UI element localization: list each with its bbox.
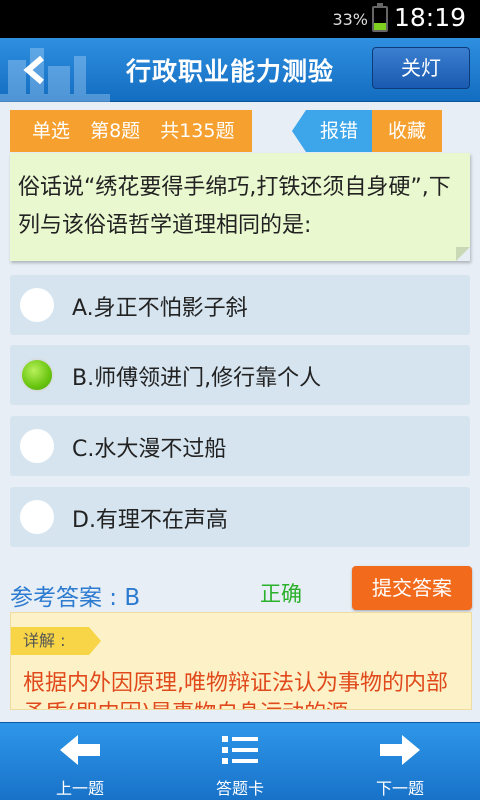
option-c[interactable]: C.水大漫不过船 <box>10 416 470 476</box>
lights-off-button[interactable]: 关灯 <box>372 47 470 89</box>
explanation-tag: 详解 : <box>11 627 101 655</box>
explanation-panel[interactable]: 详解 : 根据内外因原理,唯物辩证法认为事物的内部矛盾(即内因)是事物自身运动的… <box>10 612 472 710</box>
status-bar: 33% 18:19 <box>0 0 480 38</box>
card-label: 答题卡 <box>215 779 264 798</box>
radio-icon <box>20 429 54 463</box>
back-arrow-icon <box>23 55 44 85</box>
favorite-button[interactable]: 收藏 <box>372 110 442 152</box>
page-title: 行政职业能力测验 <box>125 57 334 86</box>
left-arrow-icon <box>60 735 100 765</box>
battery-percent: 33% <box>332 10 368 29</box>
app-header: 行政职业能力测验 关灯 <box>0 38 480 102</box>
option-a[interactable]: A.身正不怕影子斜 <box>10 275 470 335</box>
option-label: D.有理不在声高 <box>72 508 228 533</box>
option-label: C.水大漫不过船 <box>72 437 227 462</box>
option-b[interactable]: B.师傅领进门,修行靠个人 <box>10 345 470 405</box>
option-label: A.身正不怕影子斜 <box>72 296 248 321</box>
option-label: B.师傅领进门,修行靠个人 <box>72 366 322 391</box>
question-total: 共135题 <box>160 120 235 142</box>
explanation-text: 根据内外因原理,唯物辩证法认为事物的内部矛盾(即内因)是事物自身运动的源 <box>23 671 448 709</box>
bottom-nav: 上一题 答题卡 下一题 <box>0 722 480 800</box>
list-icon <box>222 736 258 764</box>
result-text: 正确 <box>260 582 302 606</box>
page-fold-icon <box>456 247 470 261</box>
clock: 18:19 <box>393 3 466 32</box>
question-card: 俗话说“绣花要得手绵巧,打铁还须自身硬”,下列与该俗语哲学道理相同的是: <box>10 153 470 261</box>
prev-label: 上一题 <box>55 779 104 798</box>
battery-icon <box>372 3 388 32</box>
radio-icon <box>20 288 54 322</box>
submit-answer-button[interactable]: 提交答案 <box>352 566 472 610</box>
report-error-button[interactable]: 报错 <box>292 110 372 152</box>
next-label: 下一题 <box>375 779 424 798</box>
answer-card-button[interactable]: 答题卡 <box>160 723 320 800</box>
radio-icon <box>20 358 54 392</box>
right-arrow-icon <box>380 735 420 765</box>
question-type: 单选 <box>32 120 71 142</box>
next-question-button[interactable]: 下一题 <box>320 723 480 800</box>
prev-question-button[interactable]: 上一题 <box>0 723 160 800</box>
back-button[interactable] <box>18 52 58 88</box>
question-info: 单选 第8题 共135题 <box>10 110 252 152</box>
radio-icon <box>20 500 54 534</box>
question-number: 第8题 <box>90 120 141 142</box>
question-text: 俗话说“绣花要得手绵巧,打铁还须自身硬”,下列与该俗语哲学道理相同的是: <box>18 175 451 238</box>
option-d[interactable]: D.有理不在声高 <box>10 487 470 547</box>
reference-answer: 参考答案 : B <box>10 585 141 611</box>
